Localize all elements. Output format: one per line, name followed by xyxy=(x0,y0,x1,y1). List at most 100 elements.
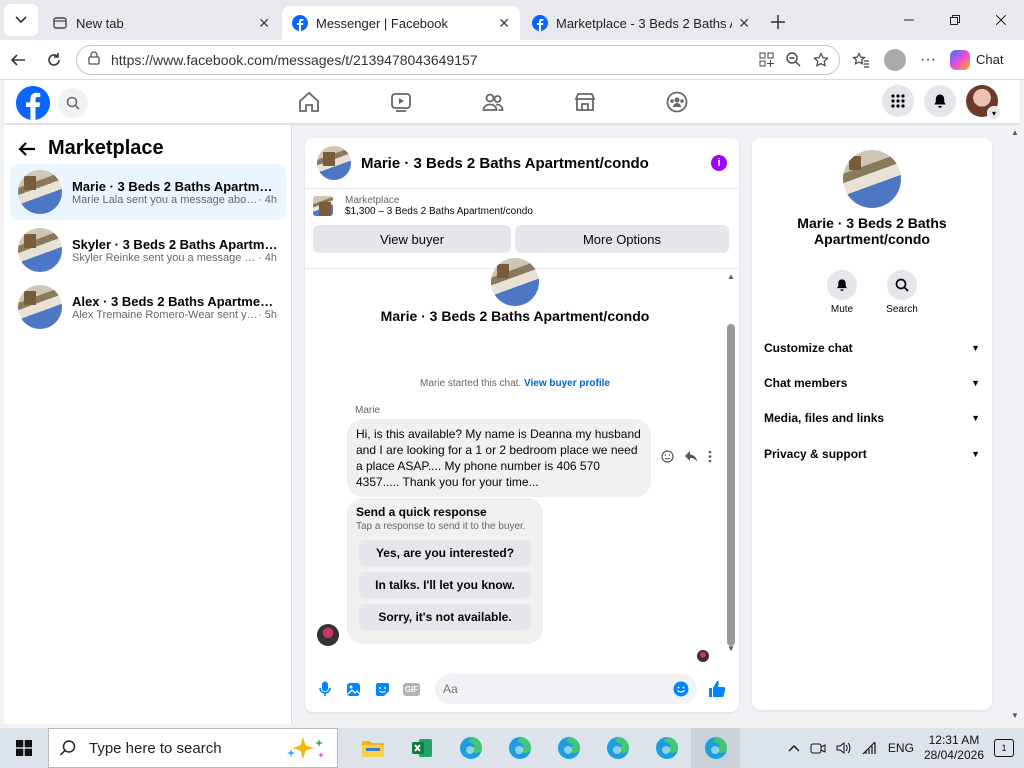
menu-button[interactable] xyxy=(882,85,914,117)
quick-response-card: Send a quick response Tap a response to … xyxy=(347,498,543,644)
listing-thumbnail[interactable] xyxy=(317,146,351,180)
section-customize-chat[interactable]: Customize chat ▼ xyxy=(764,336,980,360)
reply-icon[interactable] xyxy=(684,450,698,463)
scroll-thumb[interactable] xyxy=(727,324,735,646)
sidebar-header: Marketplace xyxy=(18,137,164,160)
tab-new-tab[interactable]: New tab ✕ xyxy=(42,6,280,40)
scroll-down-icon[interactable]: ▼ xyxy=(1011,711,1019,720)
quick-response-not-available[interactable]: Sorry, it's not available. xyxy=(359,604,531,630)
scroll-down-icon[interactable]: ▼ xyxy=(725,642,737,654)
tab-close-icon[interactable]: ✕ xyxy=(738,15,750,32)
taskbar-edge-3[interactable] xyxy=(544,728,593,768)
facebook-logo[interactable] xyxy=(16,86,50,120)
view-buyer-button[interactable]: View buyer xyxy=(313,225,511,253)
tab-close-icon[interactable]: ✕ xyxy=(498,15,510,32)
star-icon[interactable] xyxy=(813,51,829,68)
attach-photo-button[interactable] xyxy=(344,680,363,699)
taskbar-excel[interactable] xyxy=(397,728,446,768)
info-icon[interactable]: i xyxy=(711,155,727,171)
quick-response-interested[interactable]: Yes, are you interested? xyxy=(359,540,531,566)
apps-icon[interactable] xyxy=(759,52,774,67)
account-avatar[interactable]: ▾ xyxy=(966,85,1001,120)
back-button[interactable] xyxy=(0,42,36,78)
chevron-up-icon[interactable] xyxy=(788,744,800,752)
message-input[interactable] xyxy=(443,682,673,696)
sender-avatar[interactable] xyxy=(317,624,339,646)
refresh-button[interactable] xyxy=(36,42,72,78)
tab-marketplace[interactable]: Marketplace - 3 Beds 2 Baths Apar ✕ xyxy=(522,6,760,40)
close-window-button[interactable] xyxy=(978,0,1024,40)
start-button[interactable] xyxy=(0,728,48,768)
tab-actions-button[interactable] xyxy=(4,4,38,36)
view-buyer-profile-link[interactable]: View buyer profile xyxy=(524,378,610,389)
arrow-left-icon[interactable] xyxy=(18,141,36,157)
scroll-up-icon[interactable]: ▲ xyxy=(1011,128,1019,137)
sticker-button[interactable] xyxy=(373,680,392,699)
notification-count: 1 xyxy=(1001,743,1007,753)
page-scrollbar[interactable]: ▲ ▼ xyxy=(1008,124,1022,724)
taskbar-edge-4[interactable] xyxy=(593,728,642,768)
send-like-button[interactable] xyxy=(707,680,726,699)
notifications-button[interactable] xyxy=(924,85,956,117)
nav-groups[interactable] xyxy=(662,88,692,116)
zoom-icon[interactable] xyxy=(786,51,801,67)
listing-price-title[interactable]: $1,300 – 3 Beds 2 Baths Apartment/condo xyxy=(345,206,533,217)
profile-icon[interactable] xyxy=(884,48,906,71)
nav-video[interactable] xyxy=(386,88,416,116)
nav-marketplace[interactable] xyxy=(570,88,600,116)
listing-thumbnail[interactable] xyxy=(843,150,901,208)
copilot-chat-button[interactable]: Chat xyxy=(949,49,1004,70)
minimize-button[interactable] xyxy=(886,0,932,40)
language-indicator[interactable]: ENG xyxy=(888,741,914,755)
taskbar-edge-active[interactable] xyxy=(691,728,740,768)
search-circle[interactable] xyxy=(887,270,917,300)
volume-icon[interactable] xyxy=(836,740,852,756)
conversation-item-marie[interactable]: Marie · 3 Beds 2 Baths Apartment/condo M… xyxy=(10,164,286,220)
window-controls xyxy=(886,0,1024,40)
emoji-icon[interactable] xyxy=(673,681,689,697)
grid-menu-icon xyxy=(891,94,905,108)
url-field[interactable]: https://www.facebook.com/messages/t/2139… xyxy=(76,44,840,75)
site-info-icon[interactable] xyxy=(87,51,101,68)
favorites-icon[interactable] xyxy=(852,51,870,68)
scroll-up-icon[interactable]: ▲ xyxy=(725,270,737,282)
facebook-search-button[interactable] xyxy=(58,88,88,118)
conversation-item-skyler[interactable]: Skyler · 3 Beds 2 Baths Apartment/condo … xyxy=(10,222,286,278)
taskbar-edge-2[interactable] xyxy=(495,728,544,768)
chat-label: Chat xyxy=(975,52,1004,67)
tab-close-icon[interactable]: ✕ xyxy=(258,15,270,32)
meet-now-icon[interactable] xyxy=(810,740,826,756)
section-media-files-links[interactable]: Media, files and links ▼ xyxy=(764,406,980,430)
section-chat-members[interactable]: Chat members ▼ xyxy=(764,371,980,395)
chat-title[interactable]: Marie · 3 Beds 2 Baths Apartment/condo xyxy=(361,155,711,172)
conversation-item-alex[interactable]: Alex · 3 Beds 2 Baths Apartment/condo Al… xyxy=(10,279,286,335)
section-label: Chat members xyxy=(764,376,848,390)
mute-circle[interactable] xyxy=(827,270,857,300)
quick-response-in-talks[interactable]: In talks. I'll let you know. xyxy=(359,572,531,598)
more-options-button[interactable]: More Options xyxy=(515,225,729,253)
voice-clip-button[interactable] xyxy=(315,680,334,699)
react-emoji-icon[interactable] xyxy=(661,450,674,463)
message-input-wrapper[interactable] xyxy=(435,674,697,704)
new-tab-button[interactable] xyxy=(762,6,794,38)
notification-center-button[interactable]: 1 xyxy=(994,739,1014,757)
taskbar-edge-5[interactable] xyxy=(642,728,691,768)
taskbar-search-box[interactable]: Type here to search xyxy=(48,728,338,768)
more-vertical-icon[interactable] xyxy=(708,450,712,463)
search-conversation-button[interactable]: Search xyxy=(886,270,918,315)
more-menu-icon[interactable]: ··· xyxy=(920,51,936,69)
mute-button[interactable]: Mute xyxy=(826,270,858,315)
system-tray: ENG 12:31 AM 28/04/2026 1 xyxy=(788,728,1024,768)
taskbar-edge-1[interactable] xyxy=(446,728,495,768)
thread-scrollbar[interactable]: ▲ ▼ xyxy=(725,270,737,654)
gif-button[interactable]: GIF xyxy=(402,680,421,699)
restore-button[interactable] xyxy=(932,0,978,40)
listing-thumbnail[interactable] xyxy=(313,196,333,216)
network-icon[interactable] xyxy=(862,741,878,755)
tab-messenger[interactable]: Messenger | Facebook ✕ xyxy=(282,6,520,40)
section-privacy-support[interactable]: Privacy & support ▼ xyxy=(764,442,980,466)
nav-home[interactable] xyxy=(294,88,324,116)
clock[interactable]: 12:31 AM 28/04/2026 xyxy=(924,733,984,763)
taskbar-file-explorer[interactable] xyxy=(348,728,397,768)
nav-friends[interactable] xyxy=(478,88,508,116)
